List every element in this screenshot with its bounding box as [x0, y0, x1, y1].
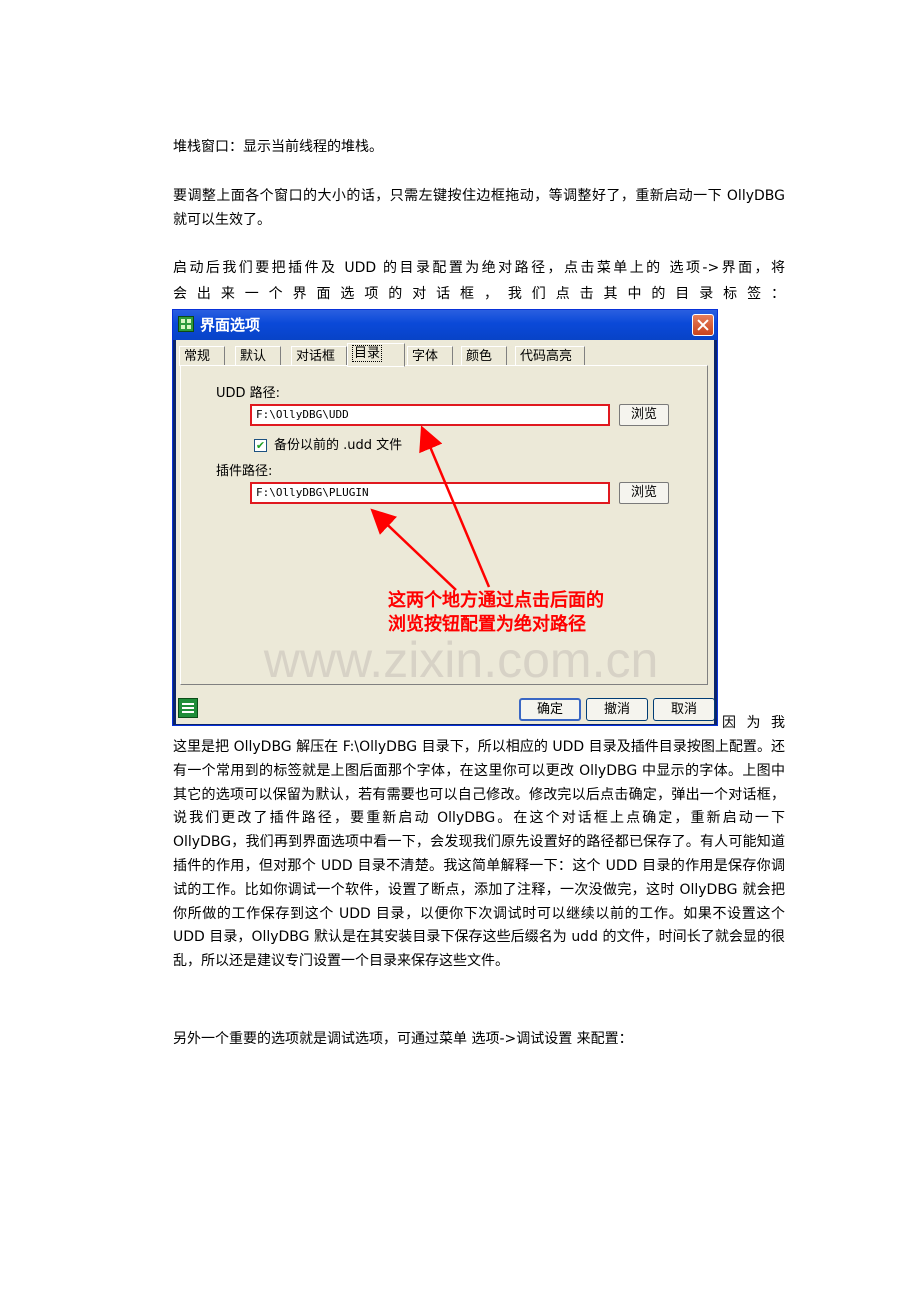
- dialog-title: 界面选项: [200, 316, 261, 334]
- arrow-to-udd-field: [419, 425, 491, 588]
- tab-directories-label: 目录: [352, 345, 383, 362]
- app-icon: [178, 316, 194, 332]
- paragraph-explanation-start: 因 为 我: [722, 715, 785, 731]
- options-list-icon[interactable]: [178, 698, 198, 718]
- cancel-button[interactable]: 取消: [653, 698, 715, 721]
- arrow-to-plugin-field: [370, 508, 457, 591]
- paragraph-config-paths-line2: 会 出 来 一 个 界 面 选 项 的 对 话 框 ， 我 们 点 击 其 中 …: [173, 286, 785, 302]
- paragraph-explanation: 这里是把 OllyDBG 解压在 F:\OllyDBG 目录下，所以相应的 UD…: [173, 739, 785, 970]
- tab-directories[interactable]: 目录: [347, 343, 405, 367]
- annotation-arrows: [370, 425, 491, 591]
- dialog-titlebar[interactable]: 界面选项: [173, 310, 717, 340]
- ok-button[interactable]: 确定: [519, 698, 581, 721]
- paragraph-debug-options: 另外一个重要的选项就是调试选项，可通过菜单 选项->调试设置 来配置：: [173, 1031, 633, 1047]
- close-icon[interactable]: [692, 314, 714, 336]
- undo-button[interactable]: 撤消: [586, 698, 648, 721]
- interface-options-dialog: 界面选项 常规 默认 对话框 目录 字体 颜色 代码高亮 UDD 路径: F:\…: [172, 309, 718, 726]
- dialog-button-bar: 确定 撤消 取消: [176, 688, 715, 724]
- dialog-body: 常规 默认 对话框 目录 字体 颜色 代码高亮 UDD 路径: F:\OllyD…: [176, 340, 715, 724]
- paragraph-config-paths-line1: 启动后我们要把插件及 UDD 的目录配置为绝对路径，点击菜单上的 选项->界面，…: [173, 260, 785, 276]
- paragraph-stack-window: 堆栈窗口：显示当前线程的堆栈。: [173, 139, 383, 155]
- paragraph-resize-windows: 要调整上面各个窗口的大小的话，只需左键按住边框拖动，等调整好了，重新启动一下 O…: [173, 188, 785, 228]
